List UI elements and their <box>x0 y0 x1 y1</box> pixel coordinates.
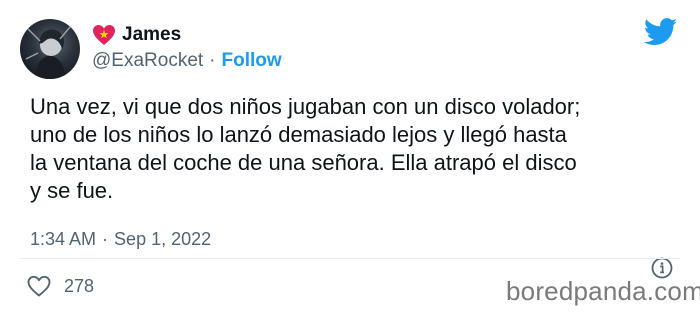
tweet-time[interactable]: 1:34 AM <box>30 228 96 250</box>
tweet-line: Una vez, vi que dos niños jugaban con un… <box>30 94 581 119</box>
heart-outline-icon[interactable] <box>26 274 52 298</box>
user-handle[interactable]: @ExaRocket <box>92 50 203 72</box>
like-count: 278 <box>64 276 95 296</box>
tweet-date[interactable]: Sep 1, 2022 <box>114 228 211 250</box>
handle-separator: · <box>209 50 216 71</box>
avatar-image <box>25 26 71 79</box>
author-name-row: James <box>92 24 181 46</box>
watermark: boredpanda.com <box>506 276 700 306</box>
timestamp: 1:34 AM · Sep 1, 2022 <box>30 228 211 250</box>
tweet-text: Una vez, vi que dos niños jugaban con un… <box>30 93 690 205</box>
display-name[interactable]: James <box>122 24 181 46</box>
tweet-line: uno de los niños lo lanzó demasiado lejo… <box>30 122 567 147</box>
timestamp-separator: · <box>102 229 109 249</box>
avatar[interactable] <box>20 19 80 79</box>
tweet-line: la ventana del coche de una señora. Ella… <box>30 150 577 175</box>
heart-icon <box>93 25 115 45</box>
divider <box>20 258 680 259</box>
tweet-line: y se fue. <box>30 178 114 203</box>
follow-button[interactable]: Follow <box>222 50 282 72</box>
handle-row: @ExaRocket · Follow <box>92 50 282 72</box>
likes-row: 278 <box>26 274 94 298</box>
twitter-bird-icon[interactable] <box>644 18 678 46</box>
